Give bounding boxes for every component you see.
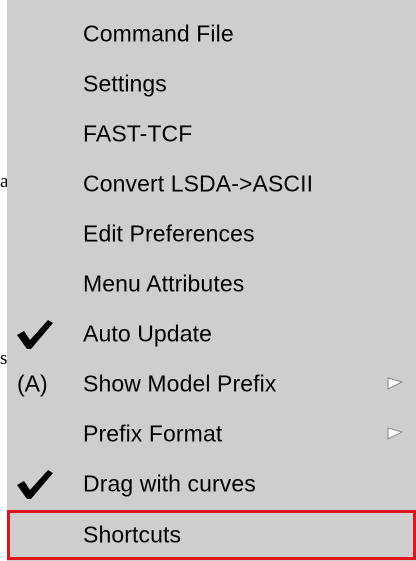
checkmark-icon (17, 320, 53, 349)
menu-item-label: Settings (83, 70, 167, 97)
menu-item-prefix-format[interactable]: Prefix Format (7, 409, 416, 459)
submenu-arrow-icon (387, 427, 403, 440)
menu-item-menu-attributes[interactable]: Menu Attributes (7, 259, 416, 309)
menu-item-shortcuts[interactable]: Shortcuts (7, 510, 416, 560)
model-prefix-indicator: (A) (17, 370, 48, 397)
menu-item-label: Convert LSDA->ASCII (83, 170, 314, 197)
menu-item-auto-update[interactable]: Auto Update (7, 309, 416, 359)
menu-item-label: Show Model Prefix (83, 370, 277, 397)
menu-item-drag-with-curves[interactable]: Drag with curves (7, 459, 416, 509)
options-menu: Command File Settings FAST-TCF Convert L… (7, 0, 416, 561)
menu-item-fast-tcf[interactable]: FAST-TCF (7, 109, 416, 159)
menu-item-label: Shortcuts (83, 521, 182, 548)
menu-item-label: FAST-TCF (83, 120, 193, 147)
menu-item-label: Edit Preferences (83, 220, 255, 247)
submenu-arrow-icon (387, 377, 403, 390)
menu-item-edit-preferences[interactable]: Edit Preferences (7, 209, 416, 259)
menu-item-label: Command File (83, 20, 234, 47)
menu-item-label: Prefix Format (83, 420, 223, 447)
menu-item-label: Auto Update (83, 320, 212, 347)
menu-item-show-model-prefix[interactable]: (A) Show Model Prefix (7, 359, 416, 409)
menu-item-settings[interactable]: Settings (7, 59, 416, 109)
menu-item-convert-lsda-ascii[interactable]: Convert LSDA->ASCII (7, 159, 416, 209)
checkmark-icon (17, 470, 53, 499)
menu-item-label: Drag with curves (83, 470, 256, 497)
menu-item-command-file[interactable]: Command File (7, 9, 416, 59)
menu-item-label: Menu Attributes (83, 270, 245, 297)
screenshot-stage: a s Command File Settings FAST-TCF Conve… (0, 0, 416, 561)
